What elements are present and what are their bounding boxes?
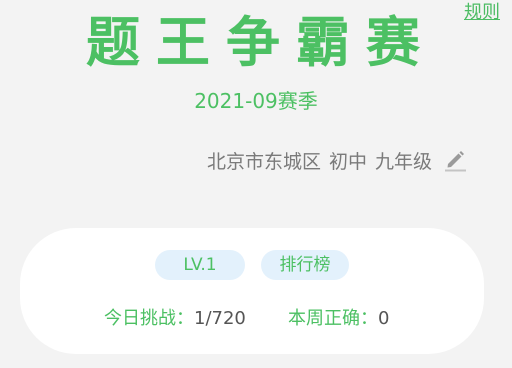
weekly-correct-label: 本周正确：	[288, 308, 378, 329]
challenge-card: LV.1 排行榜 今日挑战：1/720 本周正确：0	[20, 228, 484, 354]
weekly-correct-value: 0	[378, 308, 390, 329]
ranking-button[interactable]: 排行榜	[261, 250, 349, 280]
location-text: 北京市东城区	[206, 150, 321, 173]
season-label: 2021-09赛季	[194, 89, 318, 113]
today-challenge-label: 今日挑战：	[104, 308, 194, 329]
page-title: 题王争霸赛	[86, 11, 436, 74]
today-challenge-stat: 今日挑战：1/720	[104, 304, 246, 334]
stats-row: 今日挑战：1/720 本周正确：0	[20, 304, 484, 334]
today-challenge-value: 1/720	[194, 308, 246, 329]
weekly-correct-stat: 本周正确：0	[288, 304, 389, 334]
grade-text: 九年级	[374, 150, 432, 173]
profile-info-row: 北京市东城区 初中 九年级	[207, 145, 468, 175]
level-badge[interactable]: LV.1	[155, 250, 245, 280]
pencil-edit-icon[interactable]	[442, 147, 468, 173]
school-level-text: 初中	[328, 150, 367, 173]
